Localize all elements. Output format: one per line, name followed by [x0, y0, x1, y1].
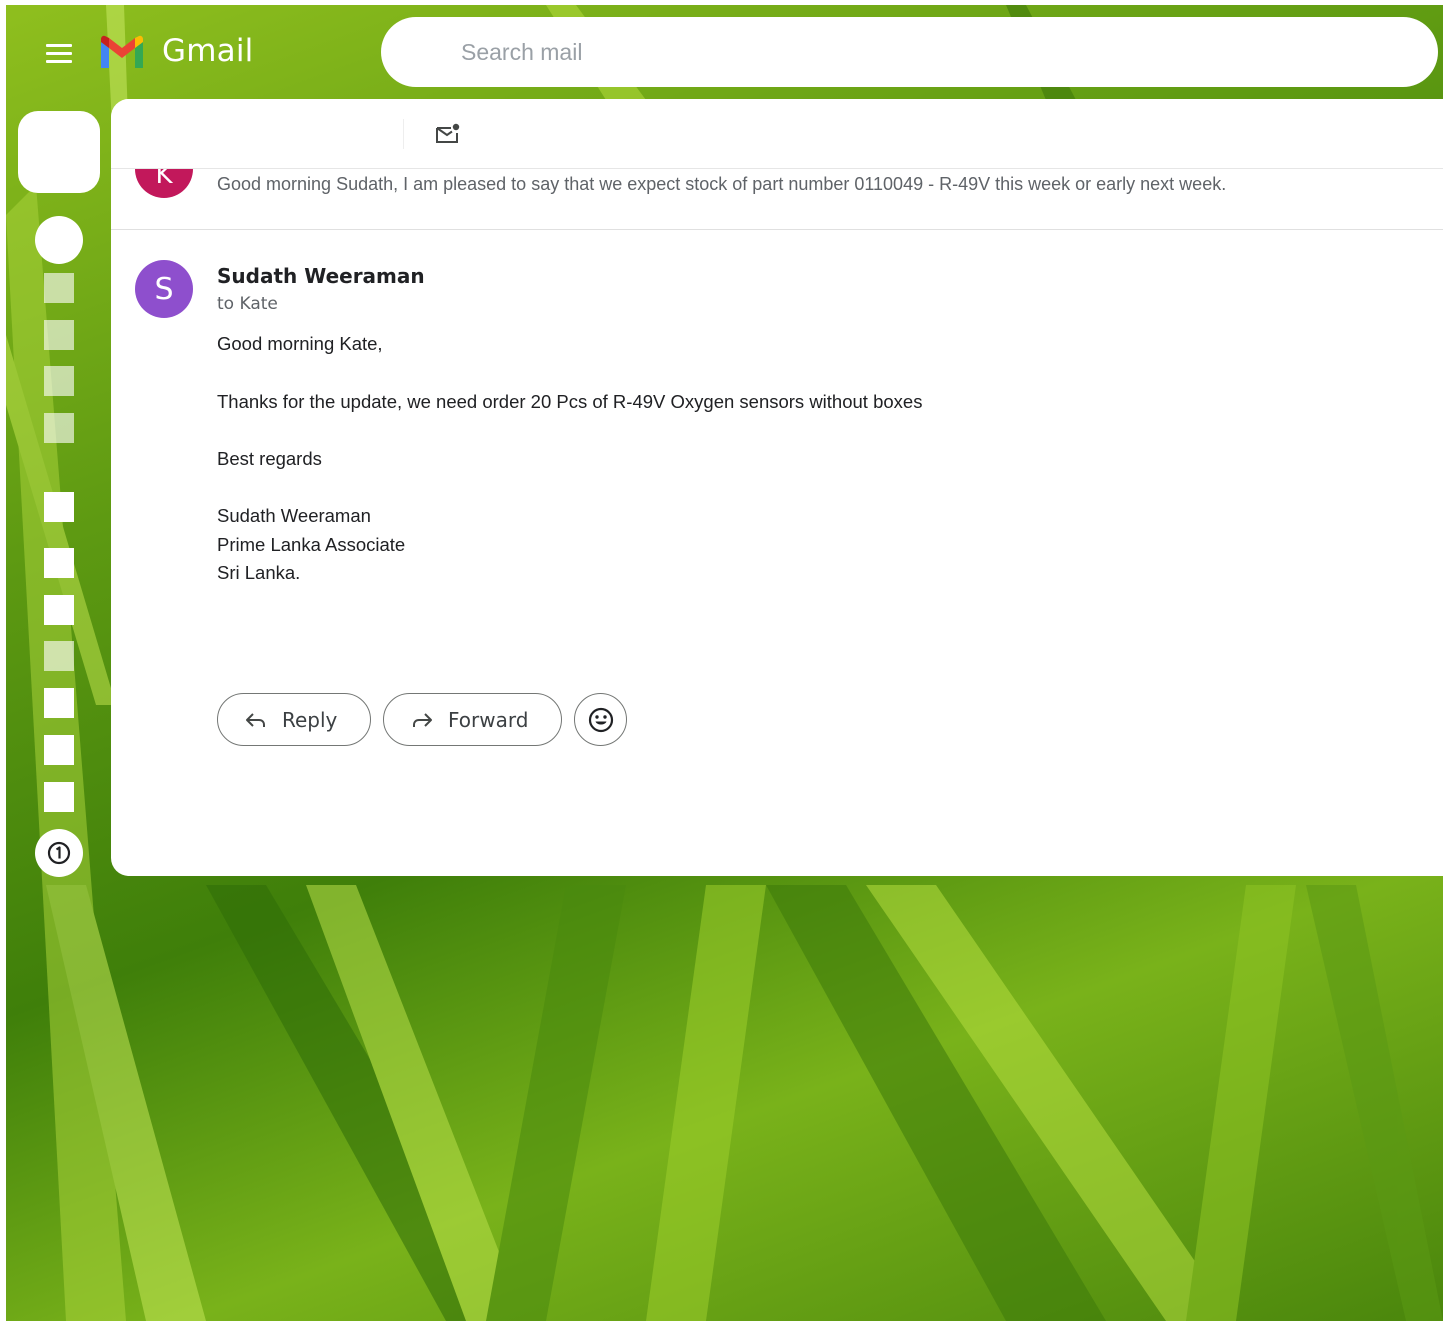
compose-button[interactable] [18, 111, 100, 193]
support-badge-icon [47, 841, 71, 865]
gmail-m-logo-icon[interactable] [98, 34, 146, 70]
rail-label-item[interactable] [44, 641, 74, 671]
emoji-smile-icon [588, 707, 613, 732]
signature-name: Sudath Weeraman [217, 505, 371, 526]
search-input[interactable] [461, 33, 1361, 71]
back-button[interactable] [199, 119, 227, 149]
hamburger-menu-icon-bar [46, 59, 72, 63]
rail-label-item[interactable] [44, 735, 74, 765]
rail-label-item[interactable] [44, 548, 74, 578]
mark-unread-icon [436, 123, 460, 143]
rail-item-meet[interactable] [44, 320, 74, 350]
rail-label-item[interactable] [44, 782, 74, 812]
sender-name[interactable]: Sudath Weeraman [217, 264, 425, 288]
forward-label: Forward [448, 707, 529, 732]
collapsed-message-row[interactable]: K Good morning Sudath, I am pleased to s… [111, 140, 1443, 230]
delete-button[interactable] [373, 119, 401, 149]
archive-button[interactable] [247, 119, 275, 149]
hamburger-menu-icon [46, 43, 72, 47]
message-panel: K Good morning Sudath, I am pleased to s… [111, 99, 1443, 876]
message-snippet: Good morning Sudath, I am pleased to say… [217, 174, 1227, 194]
reply-arrow-icon [246, 712, 265, 727]
toolbar-divider [403, 119, 404, 149]
mark-unread-button[interactable] [433, 119, 463, 149]
rail-item-more[interactable] [44, 413, 74, 443]
body-closing: Best regards [217, 448, 322, 469]
body-greeting: Good morning Kate, [217, 333, 383, 354]
gmail-wordmark[interactable]: Gmail [162, 33, 253, 69]
rail-mail-button[interactable] [35, 216, 83, 264]
rail-label-item[interactable] [44, 688, 74, 718]
rail-label-item[interactable] [44, 492, 74, 522]
signature-country: Sri Lanka. [217, 562, 301, 583]
rail-item-spaces[interactable] [44, 366, 74, 396]
report-spam-button[interactable] [311, 119, 339, 149]
forward-arrow-icon [413, 712, 432, 727]
recipient-line[interactable]: to Kate [217, 294, 278, 314]
avatar-sudath[interactable]: S [135, 260, 193, 318]
support-button[interactable] [35, 829, 83, 877]
emoji-reaction-button[interactable] [574, 693, 627, 746]
hamburger-menu-icon-bar [46, 51, 72, 55]
search-bar[interactable] [381, 17, 1438, 87]
body-line: Thanks for the update, we need order 20 … [217, 391, 923, 412]
forward-button[interactable]: Forward [383, 693, 562, 746]
signature-company: Prime Lanka Associate [217, 534, 406, 555]
main-menu-button[interactable] [42, 38, 76, 68]
reply-label: Reply [282, 707, 338, 732]
rail-label-item[interactable] [44, 595, 74, 625]
rail-item-chat[interactable] [44, 273, 74, 303]
reply-button[interactable]: Reply [217, 693, 371, 746]
message-toolbar [111, 99, 1443, 169]
